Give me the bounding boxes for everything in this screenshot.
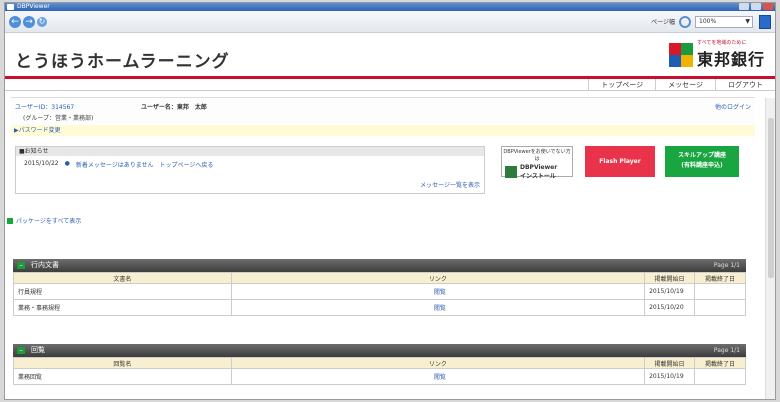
browser-window: DBPViewer ← → ↻ ページ幅 100% ▼ とうほうホームラーニング… xyxy=(4,2,776,400)
site-title: とうほうホームラーニング xyxy=(15,52,230,72)
section-pager[interactable]: Page 1/1 xyxy=(714,344,740,357)
all-packages-link[interactable]: パッケージをすべて表示 xyxy=(7,216,81,225)
dbp-install-banner[interactable]: DBPViewerをお使いでない方は DBPViewer インストール xyxy=(501,146,573,180)
col-header: リンク xyxy=(230,357,646,369)
app-icon xyxy=(7,4,14,10)
vertical-scrollbar[interactable] xyxy=(765,98,775,399)
page-width-label[interactable]: ページ幅 xyxy=(651,17,675,26)
other-login-link[interactable]: 他のログイン xyxy=(715,102,751,111)
chevron-down-icon: ▼ xyxy=(745,17,750,25)
table-row: 業務・事務規程 閲覧 2015/10/20 xyxy=(13,299,746,316)
user-group: (グループ：営業・業務部) xyxy=(23,115,94,122)
package-icon xyxy=(7,217,13,224)
back-arrow-icon[interactable]: ← xyxy=(9,15,21,28)
bank-tagline: すべてを地域のために xyxy=(696,40,747,46)
section-header[interactable]: – 回覧 Page 1/1 xyxy=(13,344,746,357)
view-link[interactable]: 閲覧 xyxy=(230,368,646,385)
col-header: 掲載終了日 xyxy=(694,357,746,369)
view-link[interactable]: 閲覧 xyxy=(230,299,646,316)
scrollbar-thumb[interactable] xyxy=(768,118,774,278)
top-nav: トップページ メッセージ ログアウト xyxy=(5,79,775,91)
window-title: DBPViewer xyxy=(17,3,50,10)
bank-logo: すべてを地域のために 東邦銀行 xyxy=(668,39,765,70)
section-internal-docs: – 行内文書 Page 1/1 文書名 リンク 掲載開始日 掲載終了日 行員規程… xyxy=(13,259,746,316)
skill-up-banner[interactable]: スキルアップ講座 (有料講座申込) xyxy=(665,146,739,177)
minimize-button[interactable] xyxy=(739,3,749,10)
window-controls xyxy=(739,3,773,10)
zoom-magnifier-icon[interactable] xyxy=(679,15,691,28)
col-header: 文書名 xyxy=(13,272,232,284)
section-circulars: – 回覧 Page 1/1 回覧名 リンク 掲載開始日 掲載終了日 業務回覧 閲… xyxy=(13,344,746,385)
message-link[interactable]: 新着メッセージはありません xyxy=(76,160,154,169)
circulars-table: 回覧名 リンク 掲載開始日 掲載終了日 業務回覧 閲覧 2015/10/19 xyxy=(13,357,746,385)
maximize-button[interactable] xyxy=(751,3,761,10)
dbp-viewer-icon xyxy=(505,166,517,178)
notice-header: ■お知らせ xyxy=(16,147,484,156)
view-link[interactable]: 閲覧 xyxy=(230,283,646,300)
table-row: 業務回覧 閲覧 2015/10/19 xyxy=(13,368,746,385)
dbp-book-icon[interactable] xyxy=(759,14,771,29)
viewer-toolbar: ← → ↻ ページ幅 100% ▼ xyxy=(5,11,775,33)
nav-top-page[interactable]: トップページ xyxy=(588,79,655,90)
refresh-icon[interactable]: ↻ xyxy=(37,16,47,27)
col-header: 掲載終了日 xyxy=(694,272,746,284)
bank-name: 東邦銀行 xyxy=(696,50,765,69)
top-page-link[interactable]: トップページへ戻る xyxy=(160,160,214,169)
col-header: リンク xyxy=(230,272,646,284)
password-change-link[interactable]: ▶パスワード変更 xyxy=(11,125,755,136)
forward-arrow-icon[interactable]: → xyxy=(23,15,35,28)
nav-logout[interactable]: ログアウト xyxy=(715,79,775,90)
zoom-select[interactable]: 100% ▼ xyxy=(695,15,753,28)
docs-table: 文書名 リンク 掲載開始日 掲載終了日 行員規程 閲覧 2015/10/19 業… xyxy=(13,272,746,316)
nav-messages[interactable]: メッセージ xyxy=(655,79,715,90)
section-header[interactable]: – 行内文書 Page 1/1 xyxy=(13,259,746,272)
close-button[interactable] xyxy=(763,3,773,10)
site-header: とうほうホームラーニング すべてを地域のために 東邦銀行 xyxy=(5,33,775,79)
collapse-icon[interactable]: – xyxy=(17,262,25,269)
person-icon: ● xyxy=(64,160,70,167)
user-info: ユーザーID：314567 ユーザー名：東邦 太郎 (グループ：営業・業務部) … xyxy=(11,97,755,125)
user-id: ユーザーID：314567 xyxy=(15,104,75,111)
section-pager[interactable]: Page 1/1 xyxy=(714,259,740,272)
bank-logo-mark-icon xyxy=(668,42,693,67)
col-header: 掲載開始日 xyxy=(644,357,696,369)
user-name: ユーザー名：東邦 太郎 xyxy=(141,104,207,111)
col-header: 回覧名 xyxy=(13,357,232,369)
message-list-link[interactable]: メッセージ一覧を表示 xyxy=(420,180,480,189)
collapse-icon[interactable]: – xyxy=(17,347,25,354)
notice-date: 2015/10/22 xyxy=(24,160,59,167)
col-header: 掲載開始日 xyxy=(644,272,696,284)
table-row: 行員規程 閲覧 2015/10/19 xyxy=(13,283,746,300)
title-bar: DBPViewer xyxy=(5,3,775,11)
notice-area: ■お知らせ 2015/10/22 ● 新着メッセージはありません トップページへ… xyxy=(5,146,775,225)
notice-box: ■お知らせ 2015/10/22 ● 新着メッセージはありません トップページへ… xyxy=(15,146,485,194)
flash-player-banner[interactable]: Flash Player xyxy=(585,146,655,177)
